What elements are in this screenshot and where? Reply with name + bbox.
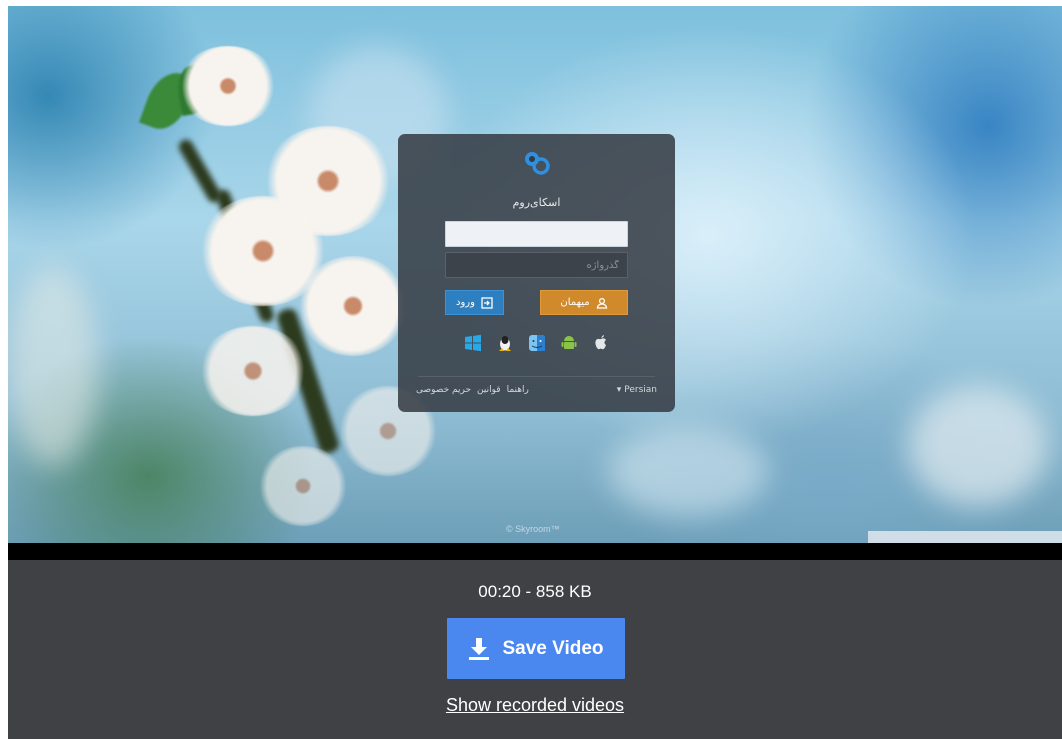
apple-icon[interactable] [592, 334, 610, 352]
taskbar-strip [868, 531, 1062, 543]
blossom [258, 446, 348, 526]
skyroom-logo-icon [525, 152, 550, 175]
blossom [178, 46, 278, 126]
chevron-down-icon: ▾ [616, 385, 622, 395]
windows-icon[interactable] [464, 334, 482, 352]
linux-icon[interactable] [496, 334, 514, 352]
show-recorded-container: Show recorded videos [8, 695, 1062, 716]
video-recorder-panel: اسکای‌روم ورود میهمان [8, 6, 1062, 739]
save-video-label: Save Video [502, 637, 604, 659]
video-preview: اسکای‌روم ورود میهمان [8, 6, 1062, 543]
blossom [298, 256, 408, 356]
app-title: اسکای‌روم [512, 196, 561, 209]
video-letterbox-bar [8, 543, 1062, 560]
card-footer: راهنما قوانین حریم خصوصی ▾ Persian [416, 385, 657, 395]
language-label: Persian [624, 385, 657, 395]
user-icon [596, 297, 607, 309]
footer-links: راهنما قوانین حریم خصوصی [416, 385, 529, 395]
video-duration-size: 00:20 - 858 KB [478, 582, 592, 601]
username-input[interactable] [445, 221, 628, 247]
show-recorded-videos-link[interactable]: Show recorded videos [446, 695, 624, 715]
bokeh-blob [908, 386, 1048, 506]
blossom [198, 326, 308, 416]
login-card: اسکای‌روم ورود میهمان [398, 134, 675, 412]
login-button[interactable]: ورود [445, 290, 504, 315]
language-selector[interactable]: ▾ Persian [617, 385, 657, 395]
sign-in-icon [481, 296, 493, 309]
platform-downloads [398, 334, 675, 352]
android-icon[interactable] [560, 334, 578, 352]
help-link[interactable]: راهنما [507, 385, 529, 395]
guest-label: میهمان [560, 297, 590, 308]
bokeh-blob [608, 426, 768, 516]
guest-button[interactable]: میهمان [540, 290, 628, 315]
bokeh-blob [8, 266, 98, 466]
copyright-text: © Skyroom™ [506, 524, 560, 534]
divider [418, 376, 655, 377]
terms-link[interactable]: قوانین [477, 385, 501, 395]
mac-finder-icon[interactable] [528, 334, 546, 352]
save-video-button[interactable]: Save Video [447, 618, 625, 679]
privacy-link[interactable]: حریم خصوصی [416, 385, 471, 395]
password-input[interactable] [445, 252, 628, 278]
login-label: ورود [456, 297, 475, 308]
download-icon [469, 637, 490, 660]
